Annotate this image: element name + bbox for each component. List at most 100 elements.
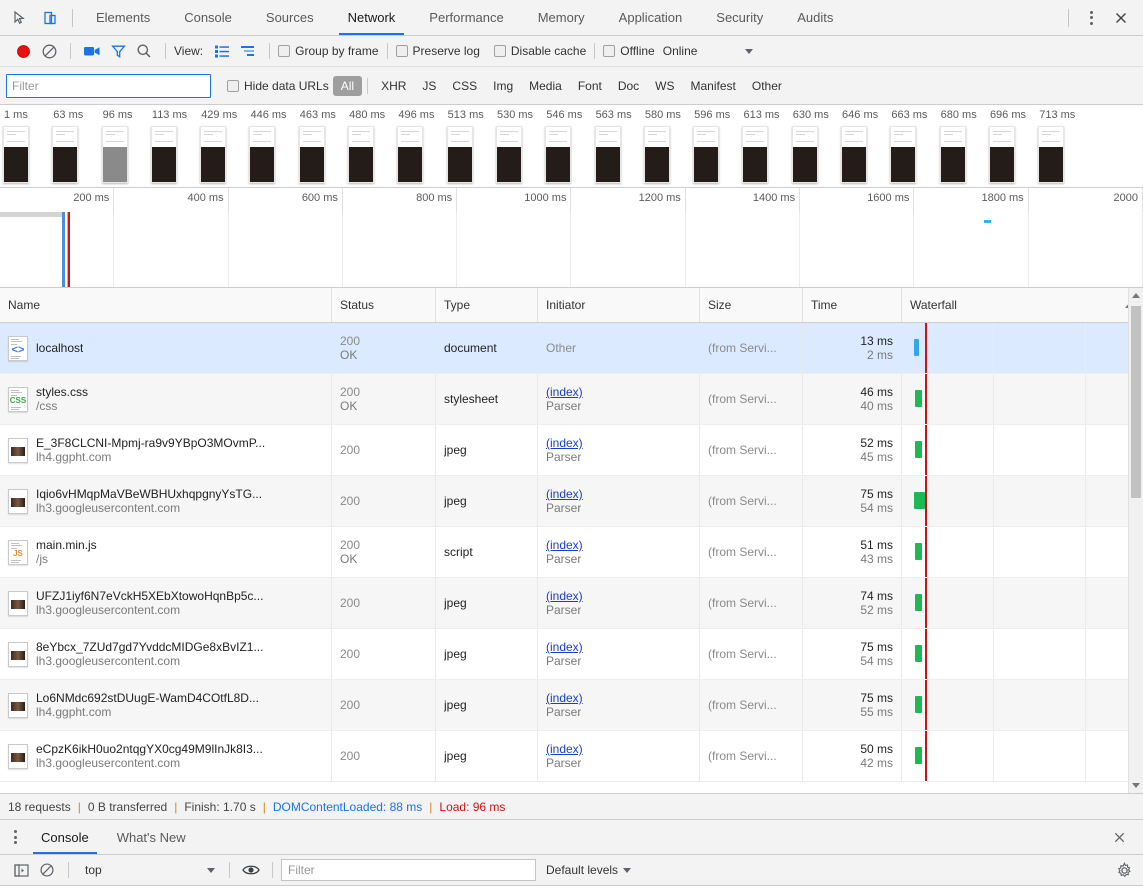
waterfall-bar[interactable] xyxy=(915,747,922,764)
toggle-console-sidebar-icon[interactable] xyxy=(8,858,34,882)
table-row[interactable]: UFZJ1iyf6N7eVckH5XEbXtowoHqnBp5c... lh3.g… xyxy=(0,578,1143,629)
waterfall-bar[interactable] xyxy=(914,339,919,356)
column-header-waterfall[interactable]: Waterfall xyxy=(902,288,1143,322)
cell-initiator-primary[interactable]: (index) xyxy=(546,436,583,450)
clear-console-icon[interactable] xyxy=(34,858,60,882)
drawer-tab-console[interactable]: Console xyxy=(27,820,103,854)
filmstrip-thumbnail[interactable] xyxy=(594,126,621,183)
filmstrip-frame[interactable] xyxy=(99,126,148,183)
filmstrip-frame[interactable] xyxy=(197,126,246,183)
filmstrip-frame[interactable] xyxy=(49,126,98,183)
console-context-selector[interactable]: top xyxy=(77,863,215,877)
filmstrip-thumbnail[interactable] xyxy=(742,126,769,183)
type-filter-doc[interactable]: Doc xyxy=(610,76,647,96)
scroll-down-arrow-icon[interactable] xyxy=(1129,778,1143,793)
record-button-icon[interactable] xyxy=(10,39,36,63)
filter-input[interactable] xyxy=(6,73,211,98)
filmstrip-frame[interactable] xyxy=(641,126,690,183)
drawer-tab-whats-new[interactable]: What's New xyxy=(103,820,200,854)
filmstrip-frame[interactable] xyxy=(296,126,345,183)
search-icon[interactable] xyxy=(131,39,157,63)
console-levels-selector[interactable]: Default levels xyxy=(546,863,632,877)
filmstrip-frame[interactable] xyxy=(887,126,936,183)
more-options-icon[interactable] xyxy=(1077,5,1105,31)
filmstrip-thumbnail[interactable] xyxy=(200,126,227,183)
drawer-close-icon[interactable] xyxy=(1105,824,1133,850)
table-scrollbar[interactable] xyxy=(1128,288,1143,793)
type-filter-all[interactable]: All xyxy=(332,75,363,96)
filmstrip-thumbnail[interactable] xyxy=(249,126,276,183)
tab-performance[interactable]: Performance xyxy=(412,0,520,35)
type-filter-xhr[interactable]: XHR xyxy=(373,76,414,96)
filmstrip-frame[interactable] xyxy=(0,126,49,183)
device-toggle-icon[interactable] xyxy=(36,5,64,31)
type-filter-manifest[interactable]: Manifest xyxy=(683,76,744,96)
filmstrip-frame[interactable] xyxy=(937,126,986,183)
table-row[interactable]: CSS styles.css/css 200 OK stylesheet (index) P… xyxy=(0,374,1143,425)
disable-cache-checkbox[interactable]: Disable cache xyxy=(493,44,586,58)
close-icon[interactable] xyxy=(1107,5,1135,31)
filmstrip-frame[interactable] xyxy=(592,126,641,183)
scroll-up-arrow-icon[interactable] xyxy=(1129,288,1143,303)
filmstrip-thumbnail[interactable] xyxy=(693,126,720,183)
filmstrip-thumbnail[interactable] xyxy=(890,126,917,183)
cell-name[interactable]: UFZJ1iyf6N7eVckH5XEbXtowoHqnBp5c... lh3.g… xyxy=(0,578,332,628)
overview-scroll-handle[interactable] xyxy=(0,212,62,217)
filmstrip-frame[interactable] xyxy=(838,126,887,183)
console-settings-button[interactable] xyxy=(1116,861,1143,879)
cell-initiator-primary[interactable]: (index) xyxy=(546,589,583,603)
list-view-icon[interactable] xyxy=(209,39,235,63)
table-row[interactable]: Lo6NMdc692stDUugE-WamD4COtfL8D... lh4.ggp… xyxy=(0,680,1143,731)
table-row[interactable]: Iqio6vHMqpMaVBeWBHUxhqpgnyYsTG... lh3.goo… xyxy=(0,476,1143,527)
filmstrip-thumbnail[interactable] xyxy=(3,126,29,183)
tab-console[interactable]: Console xyxy=(167,0,249,35)
waterfall-bar[interactable] xyxy=(914,492,925,509)
cell-initiator-primary[interactable]: (index) xyxy=(546,538,583,552)
cell-initiator-primary[interactable]: (index) xyxy=(546,742,583,756)
filmstrip-thumbnail[interactable] xyxy=(988,126,1015,183)
cell-name[interactable]: <> localhost xyxy=(0,323,332,373)
filmstrip-thumbnail[interactable] xyxy=(446,126,473,183)
live-expression-icon[interactable] xyxy=(238,858,264,882)
filmstrip-frame[interactable] xyxy=(444,126,493,183)
filmstrip-thumbnail[interactable] xyxy=(397,126,424,183)
table-row[interactable]: <> localhost 200 OK document Other (from Servi… xyxy=(0,323,1143,374)
column-header-size[interactable]: Size xyxy=(700,288,803,322)
filmstrip-thumbnail[interactable] xyxy=(841,126,868,183)
filmstrip-thumbnail[interactable] xyxy=(348,126,375,183)
table-row[interactable]: 8eYbcx_7ZUd7gd7YvddcMIDGe8xBvIZ1... lh3.g… xyxy=(0,629,1143,680)
filmstrip-thumbnail[interactable] xyxy=(101,126,128,183)
filmstrip-thumbnail[interactable] xyxy=(1038,126,1065,183)
preserve-log-checkbox[interactable]: Preserve log xyxy=(395,44,480,58)
column-header-name[interactable]: Name xyxy=(0,288,332,322)
filmstrip-thumbnail[interactable] xyxy=(52,126,79,183)
tab-network[interactable]: Network xyxy=(331,0,413,35)
type-filter-css[interactable]: CSS xyxy=(444,76,485,96)
type-filter-ws[interactable]: WS xyxy=(647,76,682,96)
tab-memory[interactable]: Memory xyxy=(521,0,602,35)
column-header-initiator[interactable]: Initiator xyxy=(538,288,700,322)
filmstrip-frame[interactable] xyxy=(394,126,443,183)
filmstrip-thumbnail[interactable] xyxy=(939,126,966,183)
offline-checkbox[interactable]: Offline xyxy=(603,44,655,58)
filmstrip-thumbnail[interactable] xyxy=(495,126,522,183)
waterfall-bar[interactable] xyxy=(915,390,922,407)
cell-name[interactable]: Iqio6vHMqpMaVBeWBHUxhqpgnyYsTG... lh3.goo… xyxy=(0,476,332,526)
filmstrip-thumbnail[interactable] xyxy=(545,126,572,183)
filmstrip-frame[interactable] xyxy=(1035,126,1084,183)
filmstrip-frame[interactable] xyxy=(148,126,197,183)
tab-application[interactable]: Application xyxy=(602,0,700,35)
tab-elements[interactable]: Elements xyxy=(79,0,167,35)
hide-data-urls-checkbox[interactable]: Hide data URLs xyxy=(227,79,329,93)
scrollbar-thumb[interactable] xyxy=(1131,306,1141,498)
cell-initiator-primary[interactable]: (index) xyxy=(546,385,583,399)
type-filter-js[interactable]: JS xyxy=(414,76,444,96)
filmstrip-frame[interactable] xyxy=(690,126,739,183)
filmstrip-frame[interactable] xyxy=(345,126,394,183)
throttling-select[interactable]: Online xyxy=(663,44,754,58)
cell-initiator-primary[interactable]: (index) xyxy=(546,487,583,501)
type-filter-font[interactable]: Font xyxy=(570,76,610,96)
tab-security[interactable]: Security xyxy=(699,0,780,35)
waterfall-bar[interactable] xyxy=(915,543,922,560)
cell-name[interactable]: Lo6NMdc692stDUugE-WamD4COtfL8D... lh4.ggp… xyxy=(0,680,332,730)
